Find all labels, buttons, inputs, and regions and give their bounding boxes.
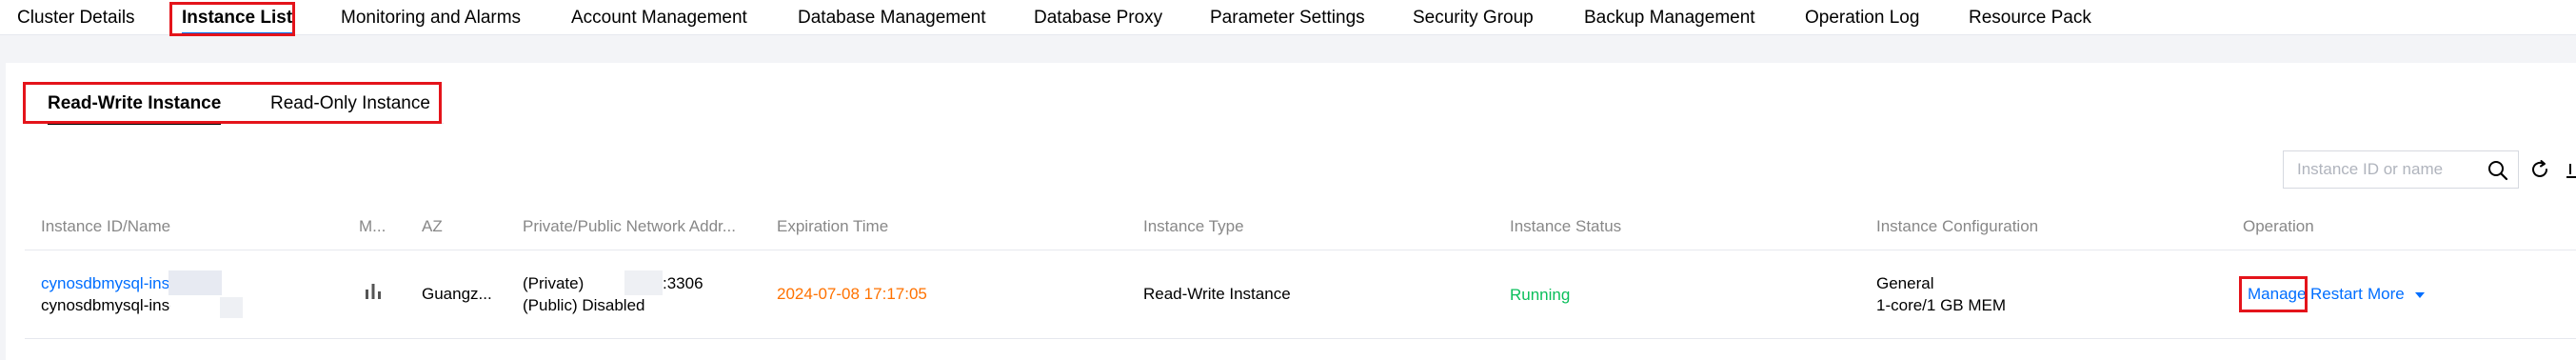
tab-read-write-instance[interactable]: Read-Write Instance [48,84,222,125]
bar-chart-icon[interactable] [364,282,383,299]
instance-config-type: General [1876,274,1934,292]
column-header-instance-id-name: Instance ID/Name [41,217,171,235]
instance-config-spec: 1-core/1 GB MEM [1876,296,2007,314]
column-header-monitoring: M... [359,217,386,235]
column-header-az: AZ [422,217,443,235]
tab-security-group[interactable]: Security Group [1413,0,1534,35]
tab-backup-management[interactable]: Backup Management [1584,0,1755,35]
instance-list-panel: Read-Write Instance Read-Only Instance I… [6,63,2576,360]
column-header-expiration-time: Expiration Time [777,217,889,235]
more-operations-button[interactable]: More [2368,285,2426,304]
column-header-instance-type: Instance Type [1143,217,1244,235]
caret-down-icon [2415,291,2426,298]
availability-zone: Guangz... [422,285,492,303]
download-icon[interactable] [2565,158,2576,181]
column-header-instance-status: Instance Status [1510,217,1622,235]
top-tab-bar: Cluster Details Instance List Monitoring… [0,0,2576,36]
column-header-instance-configuration: Instance Configuration [1876,217,2039,235]
redacted-private-ip [624,270,663,295]
redacted-instance-name [220,297,243,318]
refresh-icon[interactable] [2528,158,2551,181]
private-port: :3306 [663,274,703,292]
private-address-label: (Private) [523,274,585,292]
tab-database-proxy[interactable]: Database Proxy [1034,0,1162,35]
tab-cluster-details[interactable]: Cluster Details [17,0,135,35]
instance-type-tabs: Read-Write Instance Read-Only Instance [25,84,444,125]
tab-account-management[interactable]: Account Management [571,0,747,35]
tab-read-only-instance[interactable]: Read-Only Instance [270,84,430,124]
search-input[interactable] [2284,151,2480,188]
more-operations-label: More [2368,285,2405,303]
search-icon[interactable] [2487,160,2508,181]
public-address: (Public) Disabled [523,296,645,314]
restart-button[interactable]: Restart [2310,285,2363,304]
instance-id-link[interactable]: cynosdbmysql-ins- [41,274,170,293]
redacted-instance-id [168,270,222,295]
status-badge: Running [1510,286,1571,304]
tab-monitoring-and-alarms[interactable]: Monitoring and Alarms [341,0,521,35]
manage-button[interactable]: Manage [2248,285,2306,304]
tab-database-management[interactable]: Database Management [798,0,986,35]
table-row-divider [25,338,2576,339]
instance-type: Read-Write Instance [1143,285,1291,303]
column-header-network-address: Private/Public Network Addr... [523,217,736,235]
expiration-time: 2024-07-08 17:17:05 [777,285,927,303]
instance-name: cynosdbmysql-ins- [41,296,170,314]
tab-operation-log[interactable]: Operation Log [1805,0,1919,35]
tab-parameter-settings[interactable]: Parameter Settings [1210,0,1365,35]
tab-resource-pack[interactable]: Resource Pack [1969,0,2091,35]
search-box [2283,150,2519,189]
column-header-operation: Operation [2243,217,2314,235]
tab-instance-list[interactable]: Instance List [182,0,293,35]
